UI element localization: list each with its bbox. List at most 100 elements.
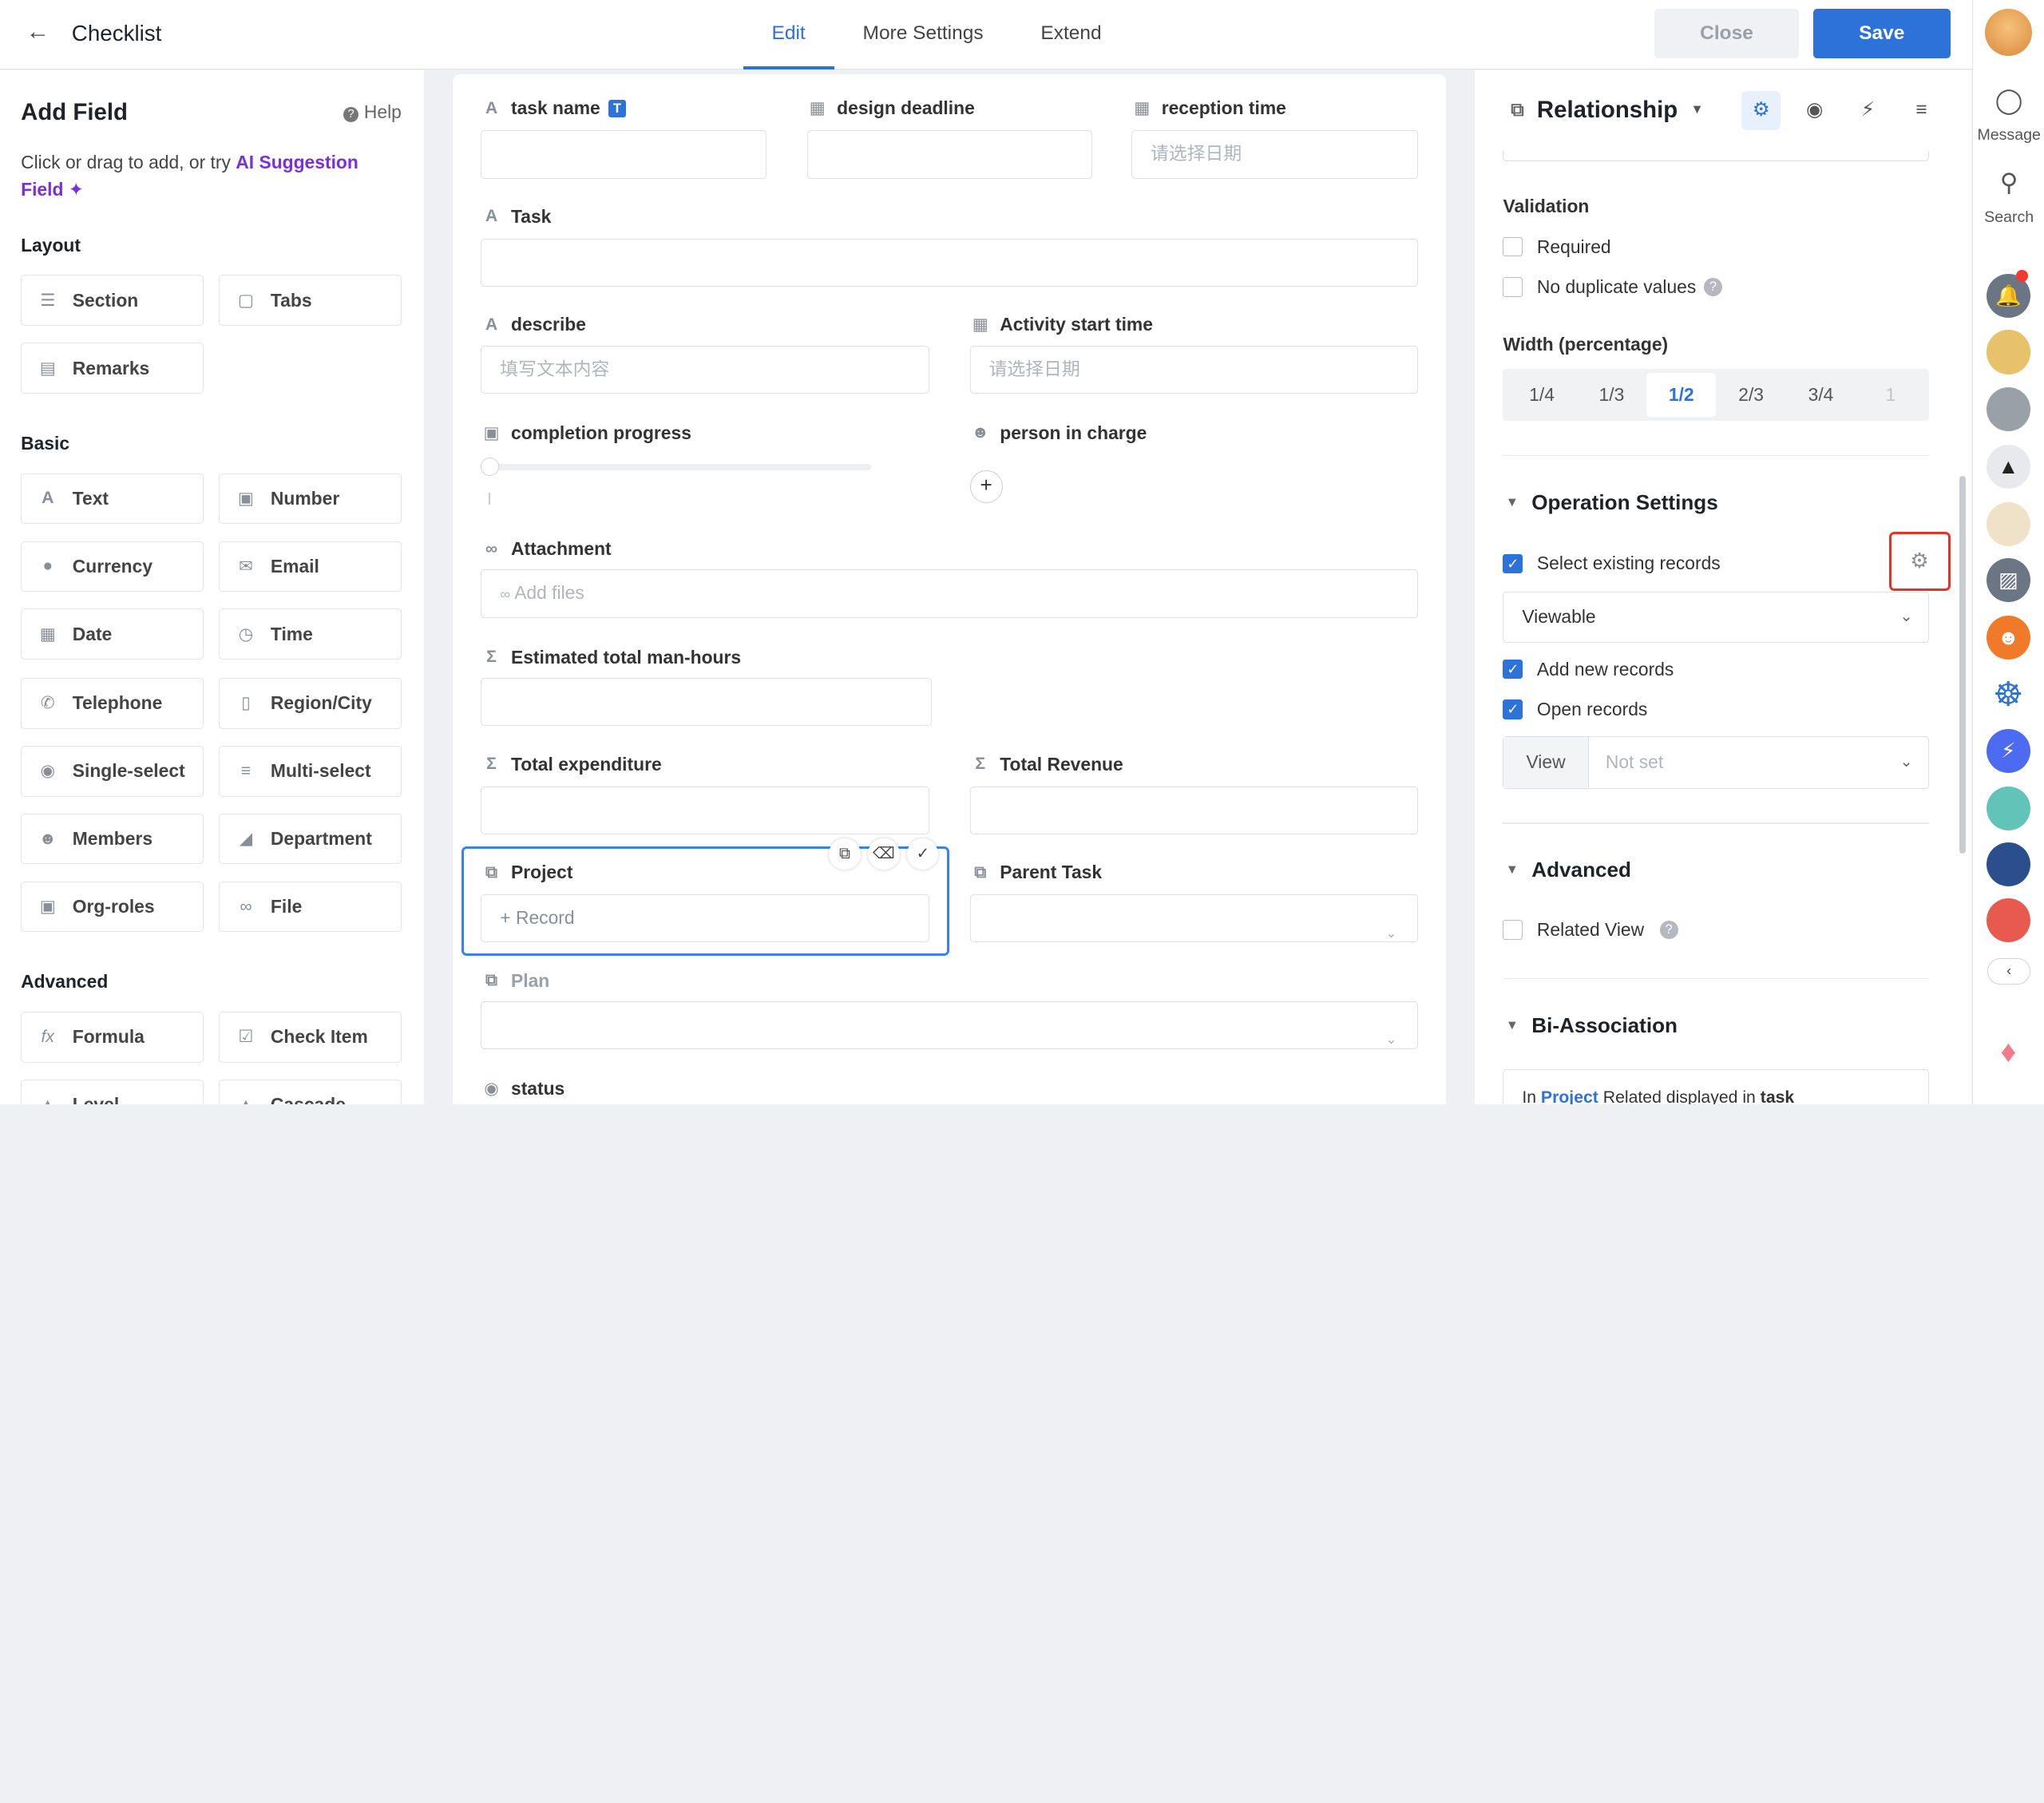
briefcase-icon[interactable]: ▨	[1986, 557, 2031, 603]
width-option[interactable]: 1/3	[1577, 373, 1646, 418]
width-option[interactable]: 1/4	[1507, 373, 1576, 418]
field-currency-button[interactable]: ● Currency	[21, 541, 204, 592]
field-file-button[interactable]: ∞ File	[219, 881, 402, 933]
progress-slider-track[interactable]	[485, 464, 871, 471]
width-option[interactable]: 3/4	[1786, 373, 1856, 418]
field-label: Telephone	[72, 692, 163, 714]
select-existing-checkbox[interactable]: ✓ Select existing records	[1503, 553, 1721, 574]
field-text-button[interactable]: A Text	[21, 473, 204, 525]
app-avatar-2[interactable]	[1986, 386, 2031, 432]
add-person-button[interactable]: +	[969, 470, 1003, 504]
field-title: Activity start time	[1000, 314, 1153, 335]
project-record-input[interactable]: + Record	[481, 894, 930, 943]
reception-time-input[interactable]: 请选择日期	[1131, 130, 1419, 179]
field-label: Email	[270, 555, 319, 577]
lightning-icon[interactable]: ⚡	[1848, 91, 1888, 130]
label-status: ◉ status	[482, 1078, 564, 1100]
field-level-button[interactable]: ▲ Level	[21, 1079, 204, 1104]
chevron-down-icon: ⌄	[1899, 608, 1913, 626]
field-type-selector[interactable]: ⧉ Relationship ▼	[1511, 97, 1703, 124]
app-avatar-5[interactable]	[1986, 786, 2031, 831]
field-label: Multi-select	[270, 760, 371, 782]
app-avatar-1[interactable]	[1986, 330, 2031, 374]
properties-scrollbar[interactable]	[1959, 475, 1967, 854]
message-icon[interactable]: ◯	[1973, 86, 2044, 115]
ai-bolt-icon[interactable]: ⚡	[1986, 728, 2031, 774]
task-input[interactable]	[481, 238, 1419, 287]
message-label: Message	[1977, 126, 2041, 145]
field-date-button[interactable]: ▦ Date	[21, 608, 204, 660]
wheel-icon[interactable]: ☸	[1986, 672, 2031, 717]
field-formula-button[interactable]: fx Formula	[21, 1011, 204, 1063]
tab-more-settings[interactable]: More Settings	[834, 0, 1012, 69]
team-icon[interactable]: ☻	[1986, 615, 2031, 660]
estimated-hours-input[interactable]	[481, 678, 933, 727]
design-deadline-input[interactable]	[806, 130, 1093, 179]
width-option[interactable]: 2/3	[1716, 373, 1785, 418]
activity-start-input[interactable]: 请选择日期	[969, 345, 1419, 394]
field-region-button[interactable]: ▯ Region/City	[219, 677, 402, 729]
field-number-button[interactable]: ▣ Number	[219, 473, 402, 525]
parent-task-select[interactable]: ⌄	[969, 894, 1419, 943]
field-tabs-button[interactable]: ▢ Tabs	[219, 275, 402, 327]
tab-extend[interactable]: Extend	[1012, 0, 1131, 69]
width-selector: 1/4 1/3 1/2 2/3 3/4 1	[1503, 369, 1930, 422]
field-email-button[interactable]: ✉ Email	[219, 541, 402, 592]
help-link[interactable]: ? Help	[343, 101, 402, 123]
flamingo-icon[interactable]: ♦	[1986, 1029, 2031, 1075]
telephone-icon: ✆	[40, 694, 55, 713]
total-expenditure-input[interactable]	[481, 786, 930, 834]
app-avatar-6[interactable]	[1986, 898, 2031, 943]
add-field-heading: Add Field	[21, 99, 128, 126]
related-view-checkbox[interactable]: Related View?	[1503, 919, 1678, 941]
sort-lines-icon[interactable]: ≡	[1902, 91, 1941, 130]
add-new-records-checkbox[interactable]: ✓ Add new records	[1503, 659, 1674, 680]
select-existing-settings-gear-icon[interactable]: ⚙	[1888, 532, 1951, 591]
field-org-roles-button[interactable]: ▣ Org-roles	[21, 881, 204, 933]
dropdown-value: Viewable	[1522, 606, 1596, 628]
describe-input[interactable]: 填写文本内容	[481, 345, 930, 394]
required-checkbox[interactable]: Required	[1503, 236, 1611, 258]
field-label: Cascade	[271, 1094, 346, 1104]
field-section-button[interactable]: ☰ Section	[21, 275, 204, 327]
app-avatar-4[interactable]	[1986, 501, 2031, 547]
plan-select[interactable]: ⌄	[481, 1001, 1419, 1050]
app-avatar-3[interactable]: ▲	[1986, 444, 2031, 489]
close-button[interactable]: Close	[1654, 9, 1800, 59]
field-remarks-button[interactable]: ▤ Remarks	[21, 343, 204, 394]
check-icon[interactable]: ✓	[907, 838, 939, 870]
task-name-input[interactable]	[481, 130, 766, 179]
delete-icon[interactable]: ⌫	[868, 838, 900, 870]
field-single-select-button[interactable]: ◉ Single-select	[21, 745, 204, 797]
bi-association-header[interactable]: ▼ Bi-Association	[1506, 1013, 1678, 1038]
back-arrow-icon[interactable]: ←	[26, 18, 50, 46]
bi-project-link[interactable]: Project	[1541, 1088, 1598, 1104]
search-icon[interactable]: ⚲	[1973, 168, 2044, 197]
user-avatar[interactable]	[1984, 9, 2032, 57]
earth-icon[interactable]	[1986, 842, 2031, 887]
field-department-button[interactable]: ◢ Department	[219, 813, 402, 865]
attachment-dropzone[interactable]: ∞ Add files	[481, 569, 1419, 618]
tab-edit[interactable]: Edit	[743, 0, 834, 69]
advanced-header[interactable]: ▼ Advanced	[1506, 858, 1631, 882]
save-button[interactable]: Save	[1813, 9, 1951, 59]
field-cascade-button[interactable]: ▲ Cascade	[219, 1079, 402, 1104]
total-revenue-input[interactable]	[969, 786, 1419, 834]
field-check-item-button[interactable]: ☑ Check Item	[219, 1011, 402, 1063]
open-records-checkbox[interactable]: ✓ Open records	[1503, 699, 1647, 720]
field-multi-select-button[interactable]: ≡ Multi-select	[219, 745, 402, 797]
permission-dropdown[interactable]: Viewable ⌄	[1503, 592, 1930, 643]
view-dropdown[interactable]: View Not set ⌄	[1503, 736, 1930, 789]
label-plan: ⧉ Plan	[482, 970, 549, 992]
no-duplicate-checkbox[interactable]: No duplicate values?	[1503, 276, 1722, 298]
field-title: person in charge	[1000, 422, 1147, 443]
copy-icon[interactable]: ⧉	[829, 838, 861, 870]
collapse-dock-chevron-left-icon[interactable]: ‹	[1987, 958, 2031, 985]
palette-icon[interactable]: ◉	[1795, 91, 1834, 130]
settings-gear-icon[interactable]: ⚙	[1741, 91, 1781, 131]
field-telephone-button[interactable]: ✆ Telephone	[21, 677, 204, 729]
width-option-selected[interactable]: 1/2	[1646, 372, 1717, 418]
field-members-button[interactable]: ☻ Members	[21, 813, 204, 865]
operation-settings-header[interactable]: ▼ Operation Settings	[1506, 490, 1718, 515]
field-time-button[interactable]: ◷ Time	[219, 608, 402, 660]
